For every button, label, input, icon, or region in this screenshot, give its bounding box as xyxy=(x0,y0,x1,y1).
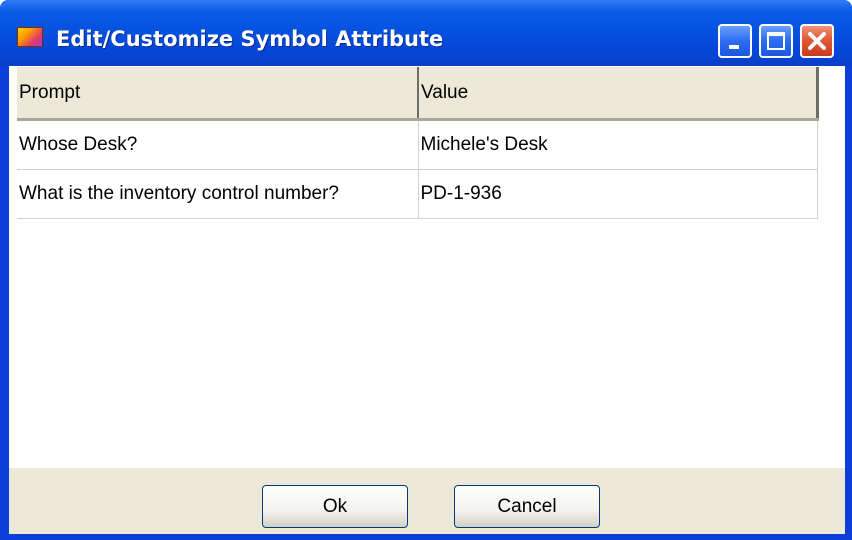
title-bar[interactable]: Edit/Customize Symbol Attribute xyxy=(0,0,852,66)
maximize-icon xyxy=(767,32,785,50)
close-icon xyxy=(808,32,826,50)
app-icon xyxy=(17,27,43,47)
maximize-button[interactable] xyxy=(759,24,793,58)
prompt-cell: What is the inventory control number? xyxy=(17,169,418,219)
dialog-client-area: Prompt Value Whose Desk? Michele's Desk … xyxy=(9,66,845,534)
value-cell[interactable]: Michele's Desk xyxy=(417,119,818,170)
table-row[interactable]: Whose Desk? Michele's Desk xyxy=(17,119,818,170)
attribute-grid: Prompt Value Whose Desk? Michele's Desk … xyxy=(17,67,819,219)
window-title: Edit/Customize Symbol Attribute xyxy=(56,27,444,51)
column-header-value[interactable]: Value xyxy=(417,67,819,121)
cancel-button[interactable]: Cancel xyxy=(454,485,600,528)
grid-header-row: Prompt Value xyxy=(17,67,819,121)
column-header-prompt[interactable]: Prompt xyxy=(17,67,418,121)
minimize-button[interactable] xyxy=(718,24,752,58)
value-cell[interactable]: PD-1-936 xyxy=(417,169,818,219)
prompt-cell: Whose Desk? xyxy=(17,119,418,170)
button-bar: Ok Cancel xyxy=(9,468,845,534)
ok-button[interactable]: Ok xyxy=(262,485,408,528)
close-button[interactable] xyxy=(800,24,834,58)
dialog-window: Edit/Customize Symbol Attribute Prompt V… xyxy=(0,0,852,540)
table-row[interactable]: What is the inventory control number? PD… xyxy=(17,169,818,219)
minimize-icon xyxy=(729,45,739,49)
